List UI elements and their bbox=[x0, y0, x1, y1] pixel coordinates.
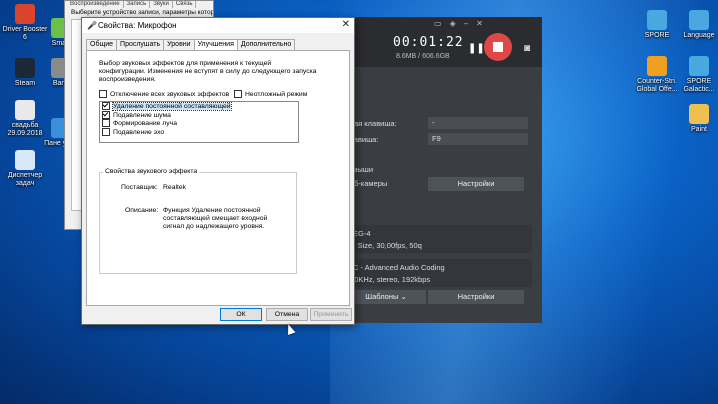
effect-item[interactable]: Подавление шума bbox=[100, 110, 298, 120]
app-icon bbox=[15, 100, 35, 120]
screen-recorder-window: ▭◈–✕ 00:01:22 8.6MB / 606.6GB ❚❚ ◙ ячая … bbox=[338, 17, 542, 323]
dialog-tabs: Общие Прослушать Уровни Улучшения Дополн… bbox=[86, 39, 296, 51]
tab-levels[interactable]: Уровни bbox=[163, 39, 195, 50]
disable-all-label: Отключение всех звуковых эффектов bbox=[110, 90, 230, 98]
app-icon bbox=[15, 150, 35, 170]
format-settings-button[interactable]: Настройки bbox=[428, 290, 524, 304]
effect-label: Подавление шума bbox=[113, 111, 171, 119]
app-icon bbox=[647, 56, 667, 76]
app-icon bbox=[647, 10, 667, 30]
recording-timer: 00:01:22 bbox=[393, 35, 464, 50]
minimize-icon[interactable]: – bbox=[464, 19, 476, 28]
desktop-icon-label: Диспетчер задач bbox=[7, 172, 43, 187]
effect-label: Формирование луча bbox=[113, 119, 177, 127]
desktop-icon-label: SPORE bbox=[644, 32, 670, 39]
camera-icon[interactable]: ◙ bbox=[524, 43, 530, 54]
video-detail: ull Size, 30,00fps, 50q bbox=[348, 241, 422, 250]
tab-listen[interactable]: Прослушать bbox=[116, 39, 165, 50]
key-field[interactable]: F9 bbox=[428, 133, 528, 145]
templates-button[interactable]: Шаблоны ⌄ bbox=[346, 290, 426, 304]
desktop-icon-label: Counter-Stri. Global Offe... bbox=[636, 78, 678, 93]
right-icon-4[interactable]: Paint bbox=[676, 104, 718, 134]
checkbox-icon[interactable] bbox=[102, 127, 110, 136]
provider-value: Realtek bbox=[163, 184, 187, 191]
app-icon bbox=[689, 56, 709, 76]
pause-icon[interactable]: ❚❚ bbox=[468, 43, 485, 54]
enhancements-description: Выбор звуковых эффектов для применения к… bbox=[99, 60, 317, 83]
folder-icon[interactable]: ▭ bbox=[434, 19, 450, 28]
desktop-icon-label: Paint bbox=[691, 126, 707, 133]
microphone-icon: 🎤 bbox=[87, 21, 97, 30]
tab-communications[interactable]: Связь bbox=[173, 1, 197, 8]
checkbox-icon bbox=[99, 90, 107, 98]
tab-general[interactable]: Общие bbox=[86, 39, 118, 50]
description-label: Описание: bbox=[125, 207, 159, 214]
right-icon-0[interactable]: SPORE bbox=[634, 10, 680, 40]
right-icon-1[interactable]: Language bbox=[676, 10, 718, 40]
close-icon[interactable]: ✕ bbox=[476, 19, 491, 28]
right-icon-3[interactable]: SPORE Galactic... bbox=[676, 56, 718, 94]
recording-size: 8.6MB / 606.6GB bbox=[396, 53, 450, 60]
provider-label: Поставщик: bbox=[121, 184, 158, 191]
checkbox-icon bbox=[234, 90, 242, 98]
effect-item[interactable]: Формирование луча bbox=[100, 119, 298, 128]
webcam-settings-button[interactable]: Настройки bbox=[428, 177, 524, 191]
sound-tabs: Воспроизведение Запись Звуки Связь bbox=[65, 1, 213, 8]
immediate-mode-label: Неотложный режим bbox=[245, 90, 308, 98]
ok-button[interactable]: ОК bbox=[220, 308, 262, 321]
apply-button[interactable]: Применить bbox=[310, 308, 352, 321]
left-icon-6[interactable]: Диспетчер задач bbox=[2, 150, 48, 188]
effect-label: Удаление постоянной составляющей bbox=[112, 101, 232, 111]
audio-codec: AC - Advanced Audio Coding bbox=[348, 263, 445, 272]
stop-record-button[interactable] bbox=[484, 33, 512, 61]
tab-playback[interactable]: Воспроизведение bbox=[67, 1, 124, 8]
disable-all-effects-checkbox[interactable]: Отключение всех звуковых эффектов bbox=[99, 90, 229, 98]
right-icon-2[interactable]: Counter-Stri. Global Offe... bbox=[634, 56, 680, 94]
hotkey-field[interactable]: - bbox=[428, 117, 528, 129]
checkbox-icon[interactable] bbox=[102, 110, 110, 119]
audio-detail: 0,0KHz, stereo, 192kbps bbox=[348, 275, 431, 284]
dialog-title: Свойства: Микрофон bbox=[98, 21, 177, 30]
title-bar: 🎤 Свойства: Микрофон ✕ bbox=[82, 18, 354, 33]
tab-advanced[interactable]: Дополнительно bbox=[236, 39, 296, 50]
checkbox-icon[interactable] bbox=[102, 102, 110, 110]
app-icon bbox=[689, 10, 709, 30]
desktop-icon-label: Language bbox=[683, 32, 715, 39]
tab-recording[interactable]: Запись bbox=[124, 1, 151, 8]
cancel-button[interactable]: Отмена bbox=[266, 308, 308, 321]
app-icon bbox=[15, 4, 35, 24]
enhancements-panel: Выбор звуковых эффектов для применения к… bbox=[86, 50, 350, 306]
description-value: Функция Удаление постоянной составляющей… bbox=[163, 207, 268, 230]
effect-item[interactable]: Удаление постоянной составляющей bbox=[100, 101, 298, 111]
tab-sounds[interactable]: Звуки bbox=[150, 1, 173, 8]
app-icon bbox=[15, 58, 35, 78]
desktop-icon-label: SPORE Galactic... bbox=[683, 78, 715, 93]
effect-properties-title: Свойства звукового эффекта bbox=[103, 168, 200, 175]
microphone-properties-dialog: 🎤 Свойства: Микрофон ✕ Общие Прослушать … bbox=[81, 17, 355, 325]
stop-icon bbox=[493, 42, 503, 52]
app-icon bbox=[689, 104, 709, 124]
recorder-toolbar: ▭◈–✕ 00:01:22 8.6MB / 606.6GB ❚❚ ◙ bbox=[338, 17, 542, 67]
audio-format-box[interactable]: AC - Advanced Audio Coding 0,0KHz, stere… bbox=[346, 259, 532, 287]
effect-label: Подавление эхо bbox=[113, 128, 165, 136]
checkbox-icon[interactable] bbox=[102, 119, 110, 127]
effect-item[interactable]: Подавление эхо bbox=[100, 127, 298, 137]
effects-list[interactable]: Удаление постоянной составляющей Подавлен… bbox=[99, 101, 299, 143]
close-icon[interactable]: ✕ bbox=[342, 19, 350, 30]
immediate-mode-checkbox[interactable]: Неотложный режим bbox=[234, 90, 307, 98]
lock-icon[interactable]: ◈ bbox=[450, 19, 464, 28]
video-format-box[interactable]: PEG-4 ull Size, 30,00fps, 50q bbox=[346, 225, 532, 253]
window-controls: ▭◈–✕ bbox=[434, 19, 491, 28]
